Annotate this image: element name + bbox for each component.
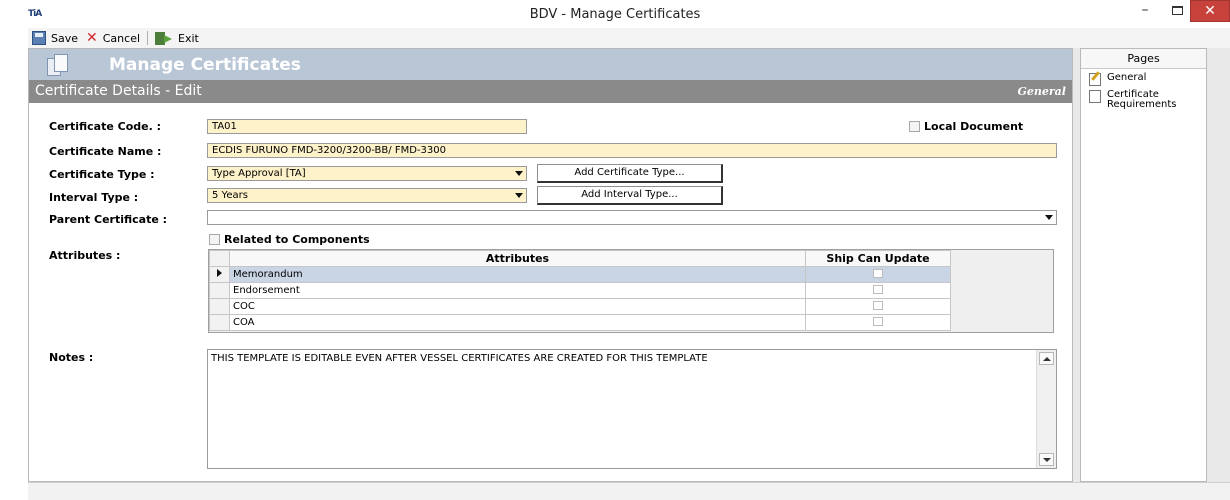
attribute-name-cell[interactable]: Endorsement [229,282,806,299]
maximize-icon [1171,6,1183,15]
cancel-label: Cancel [102,31,141,45]
save-icon [32,31,46,45]
certificate-type-label: Certificate Type : [49,168,155,181]
ship-can-update-cell[interactable] [805,266,951,283]
interval-type-label: Interval Type : [49,191,139,204]
current-row-icon [217,269,222,277]
ship-can-update-checkbox[interactable] [873,316,883,326]
notes-label: Notes : [49,351,94,364]
local-document-label: Local Document [924,120,1024,133]
local-document-checkbox[interactable]: Local Document [909,120,1023,133]
save-label: Save [51,31,79,45]
chevron-down-icon[interactable] [1045,215,1053,220]
ship-can-update-checkbox[interactable] [873,268,883,278]
related-to-components-checkbox-box[interactable] [209,234,220,245]
cancel-button[interactable]: ✕ Cancel [82,28,144,48]
certificate-name-field[interactable]: ECDIS FURUNO FMD-3200/3200-BB/ FMD-3300 [207,143,1057,158]
row-selector[interactable] [209,266,230,283]
exit-button[interactable]: Exit [151,28,203,48]
window-title: BDV - Manage Certificates [529,7,701,22]
certificate-code-field[interactable]: TA01 [207,119,527,134]
chevron-up-icon [1043,357,1051,361]
exit-icon [155,31,173,45]
notes-scrollbar[interactable] [1036,350,1056,468]
certificate-code-label: Certificate Code. : [49,120,162,133]
ship-can-update-checkbox[interactable] [873,300,883,310]
status-bar [28,482,1230,500]
page-item-label: General [1107,72,1147,83]
related-to-components-label: Related to Components [224,233,370,246]
close-button[interactable]: ✕ [1190,0,1230,22]
table-row[interactable]: COA [209,314,951,331]
notes-textarea[interactable]: THIS TEMPLATE IS EDITABLE EVEN AFTER VES… [207,349,1057,469]
column-header-attributes[interactable]: Attributes [229,250,806,267]
interval-type-select[interactable]: 5 Years [207,188,527,203]
row-selector[interactable] [209,314,230,331]
certificate-type-select[interactable]: Type Approval [TA] [207,166,527,181]
minimize-button[interactable]: – [1128,0,1162,22]
pages-panel-header: Pages [1081,49,1206,69]
section-page-name: General [1017,85,1067,98]
page-item-certificate-requirements[interactable]: Certificate Requirements [1081,86,1206,110]
header-banner: Manage Certificates [29,49,1072,80]
exit-label: Exit [178,31,199,45]
attributes-table: Attributes Ship Can Update Memorandum En… [209,250,951,331]
row-selector[interactable] [209,282,230,299]
attributes-label: Attributes : [49,249,121,262]
row-header-corner [209,250,230,267]
column-header-ship-can-update[interactable]: Ship Can Update [805,250,951,267]
ship-can-update-checkbox[interactable] [873,284,883,294]
notes-text: THIS TEMPLATE IS EDITABLE EVEN AFTER VES… [211,353,708,364]
title-bar: TiA BDV - Manage Certificates – ✕ [0,0,1230,30]
page-icon [1089,90,1101,103]
section-title: Certificate Details - Edit [35,83,202,99]
ship-can-update-cell[interactable] [805,314,951,331]
toolbar-separator [147,31,149,45]
toolbar: Save ✕ Cancel Exit [28,28,1230,48]
ship-can-update-cell[interactable] [805,282,951,299]
maximize-button[interactable] [1160,0,1194,22]
cancel-icon: ✕ [86,30,98,46]
chevron-down-icon[interactable] [515,171,523,176]
attribute-name-cell[interactable]: COA [229,314,806,331]
related-to-components-checkbox[interactable]: Related to Components [209,233,370,246]
attribute-name-cell[interactable]: COC [229,298,806,315]
parent-certificate-label: Parent Certificate : [49,213,168,226]
local-document-checkbox-box[interactable] [909,121,920,132]
edit-page-icon [1089,73,1101,86]
pages-panel: Pages General Certificate Requirements [1080,48,1207,482]
add-certificate-type-button[interactable]: Add Certificate Type... [537,164,723,183]
table-row[interactable]: Endorsement [209,282,951,299]
page-title: Manage Certificates [109,55,301,75]
certificate-type-value: Type Approval [TA] [212,168,306,179]
save-button[interactable]: Save [28,28,82,48]
section-header: Certificate Details - Edit General [29,80,1072,103]
ship-can-update-cell[interactable] [805,298,951,315]
certificate-editor-panel: Manage Certificates Certificate Details … [28,48,1073,482]
scroll-up-button[interactable] [1039,352,1054,365]
table-row[interactable]: COC [209,298,951,315]
row-selector[interactable] [209,298,230,315]
scroll-down-button[interactable] [1039,453,1054,466]
page-item-general[interactable]: General [1081,69,1206,86]
certificate-name-label: Certificate Name : [49,145,162,158]
attributes-grid[interactable]: Attributes Ship Can Update Memorandum En… [208,249,1054,333]
attribute-name-cell[interactable]: Memorandum [229,266,806,283]
table-row[interactable]: Memorandum [209,266,951,283]
chevron-down-icon [1043,458,1051,462]
interval-type-value: 5 Years [212,190,248,201]
page-item-label: Certificate Requirements [1107,89,1177,110]
parent-certificate-select[interactable] [207,210,1057,225]
add-interval-type-button[interactable]: Add Interval Type... [537,186,723,205]
chevron-down-icon[interactable] [515,193,523,198]
documents-icon [47,54,69,76]
